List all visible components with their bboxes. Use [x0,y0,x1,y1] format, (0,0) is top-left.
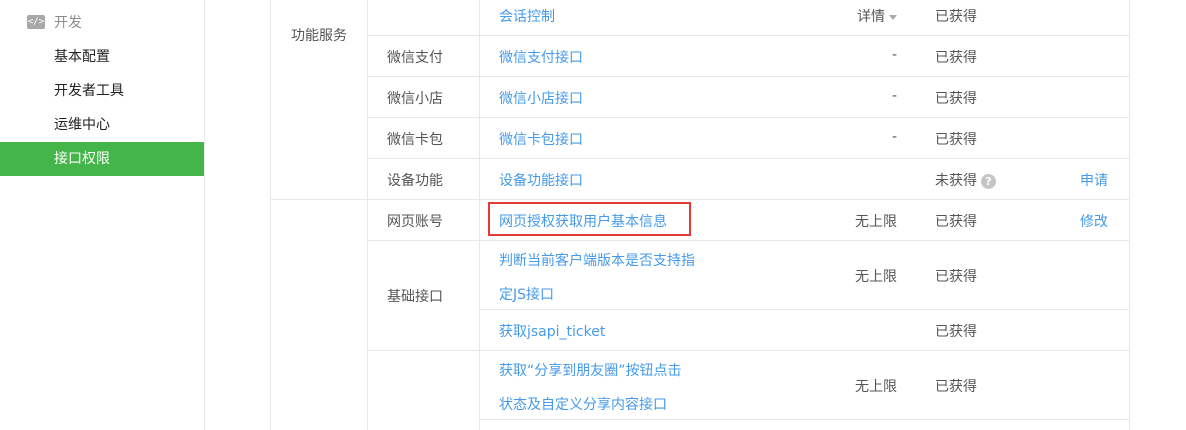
api-name-line2: 定JS接口 [499,287,555,303]
status-text: 已获得 [935,91,977,107]
details-label: 详情 [857,9,885,25]
sidebar-item-basic-config[interactable]: 基本配置 [0,40,204,74]
status-text: 已获得 [935,379,977,395]
sub-category-label: 微信卡包 [387,132,443,148]
row-divider [367,76,1129,77]
sidebar-section-dev: </> 开发 [27,10,82,34]
api-name-link[interactable]: 网页授权获取用户基本信息 [499,211,667,231]
row-divider [367,35,1129,36]
sidebar: </> 开发 基本配置 开发者工具 运维中心 接口权限 [0,0,205,430]
limit-text: - [891,47,897,63]
permissions-table: 功能服务 会话控制 详情 已获得 微信支付 微信支付接口 - 已获得 微信小店 … [270,0,1130,430]
sub-category-label: 微信小店 [387,91,443,107]
sidebar-item-api-permissions[interactable]: 接口权限 [0,142,204,176]
apply-link[interactable]: 申请 [1080,170,1108,190]
modify-link[interactable]: 修改 [1080,211,1108,231]
row-divider [367,158,1129,159]
api-name-line1: 获取“分享到朋友圈”按钮点击 [499,363,682,379]
column-divider [367,0,368,430]
status-text: 已获得 [935,269,977,285]
status-text: 已获得 [935,324,977,340]
sub-category-label: 基础接口 [387,289,443,305]
row-divider [367,350,1129,351]
api-name-link[interactable]: 设备功能接口 [499,170,583,190]
status-text: 已获得 [935,132,977,148]
api-name-link[interactable]: 微信卡包接口 [499,129,583,149]
sidebar-item-ops-center[interactable]: 运维中心 [0,108,204,142]
column-divider [479,0,480,430]
status-text: 已获得 [935,214,977,230]
limit-text: 无上限 [855,379,897,395]
row-divider [271,199,1129,200]
code-icon: </> [27,15,45,29]
row-divider [367,240,1129,241]
api-name-link[interactable]: 获取jsapi_ticket [499,321,605,341]
limit-text: 无上限 [855,269,897,285]
row-divider [479,419,1129,420]
api-name-link[interactable]: 判断当前客户端版本是否支持指 定JS接口 [499,252,695,304]
status-text: 未获得 [935,173,977,189]
chevron-down-icon [889,14,897,20]
sub-category-label: 网页账号 [387,214,443,230]
sub-category-label: 设备功能 [387,173,443,189]
row-divider [367,117,1129,118]
sidebar-item-dev-tools[interactable]: 开发者工具 [0,74,204,108]
sidebar-section-label: 开发 [54,15,82,31]
limit-text: - [891,129,897,145]
api-name-line2: 状态及自定义分享内容接口 [499,397,667,413]
status-cell: 未获得? [935,170,996,190]
api-name-link[interactable]: 会话控制 [499,6,555,26]
status-text: 已获得 [935,9,977,25]
api-name-link[interactable]: 微信支付接口 [499,47,583,67]
limit-text: - [891,88,897,104]
row-divider [479,309,1129,310]
group-label-feature-services: 功能服务 [291,28,347,44]
status-text: 已获得 [935,50,977,66]
help-icon[interactable]: ? [981,173,996,189]
limit-text: 无上限 [855,214,897,230]
sub-category-label: 微信支付 [387,50,443,66]
api-name-line1: 判断当前客户端版本是否支持指 [499,253,695,269]
api-name-link[interactable]: 获取“分享到朋友圈”按钮点击 状态及自定义分享内容接口 [499,362,682,414]
api-name-link[interactable]: 微信小店接口 [499,88,583,108]
details-toggle[interactable]: 详情 [831,6,897,26]
